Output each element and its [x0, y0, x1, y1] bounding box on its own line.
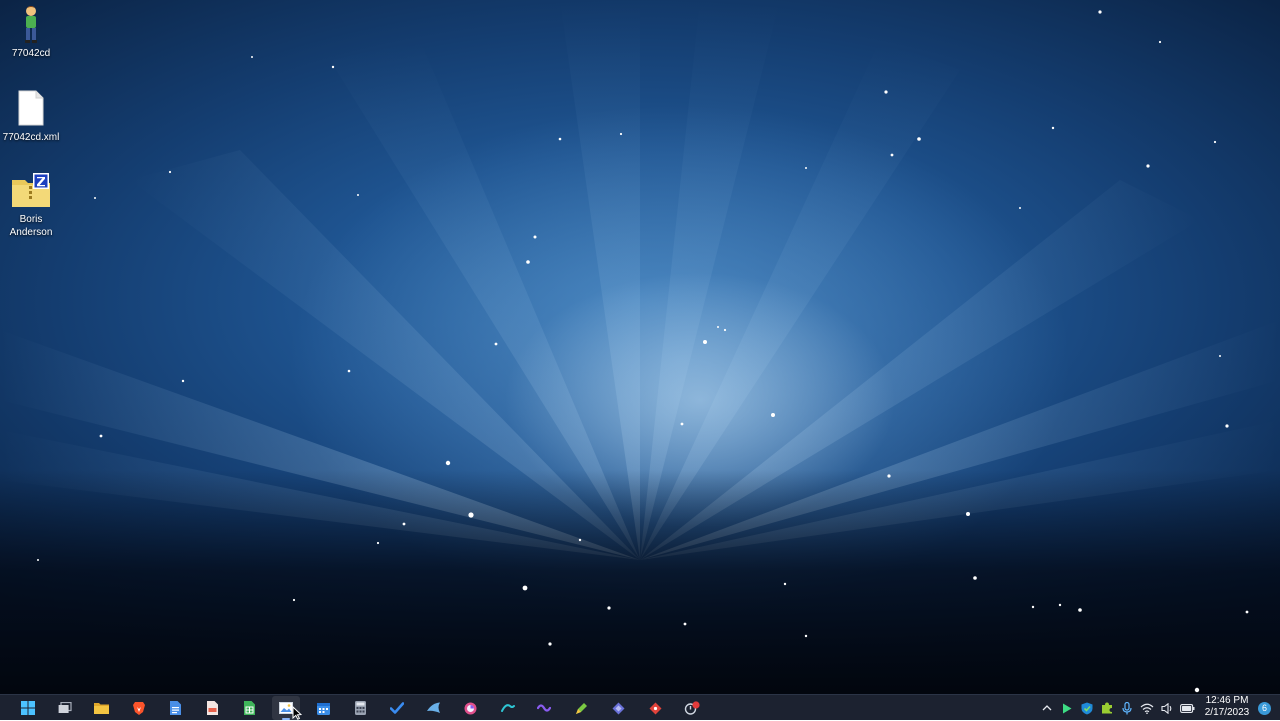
tray-wifi[interactable]: [1137, 696, 1157, 720]
speaker-icon: [1160, 702, 1171, 714]
wallpaper-stars: [37, 10, 1249, 693]
green-pen-icon: [575, 702, 587, 714]
color-app-button[interactable]: [457, 696, 485, 720]
battery-icon: [1179, 703, 1194, 713]
system-tray: 12:46 PM 2/17/2023 6: [1037, 695, 1280, 721]
blue-document-icon: [170, 701, 182, 715]
steam-icon: [426, 702, 440, 713]
zip-folder-icon: [11, 170, 51, 210]
task-view-icon: [58, 702, 72, 713]
pen-tool-button[interactable]: [567, 696, 595, 720]
vpn-button[interactable]: [604, 696, 632, 720]
desktop-icon-label: 77042cd: [11, 48, 51, 59]
green-spreadsheet-icon: [243, 701, 255, 715]
arc-swirl-icon: [500, 704, 515, 712]
taskbar: 12:46 PM 2/17/2023 6: [0, 694, 1280, 720]
todo-button[interactable]: [383, 696, 411, 720]
desktop-icon-boris-anderson[interactable]: Boris Anderson: [2, 170, 60, 239]
chevron-up-icon: [1042, 705, 1052, 711]
calculator-icon: [354, 701, 366, 715]
desktop-icon-label: Boris Anderson: [9, 214, 53, 238]
wifi-icon: [1140, 703, 1154, 714]
pdf-button[interactable]: [198, 696, 226, 720]
docs-button[interactable]: [162, 696, 190, 720]
puzzle-icon: [1102, 702, 1112, 714]
clock-date: 2/17/2023: [1204, 707, 1250, 718]
folder-icon: [94, 703, 110, 714]
mouse-cursor-icon: [292, 706, 302, 720]
blank-document-icon: [11, 88, 51, 128]
start-button[interactable]: [14, 696, 42, 720]
taskbar-apps: [14, 695, 715, 721]
desktop-icon-77042cd[interactable]: 77042cd: [2, 4, 60, 60]
clock-time: 12:46 PM: [1205, 695, 1249, 706]
color-circle-icon: [464, 702, 477, 714]
calendar-icon: [316, 702, 330, 715]
character-figure-icon: [11, 4, 51, 44]
voice-app-button[interactable]: [530, 696, 558, 720]
red-document-icon: [206, 701, 218, 715]
red-app-button[interactable]: [641, 696, 669, 720]
record-badge-icon: [684, 701, 700, 715]
diamond-shield-icon: [612, 702, 625, 714]
tray-overflow-button[interactable]: [1037, 696, 1057, 720]
microphone-icon: [1122, 701, 1132, 714]
tray-microphone[interactable]: [1117, 696, 1137, 720]
play-arrow-icon: [1063, 703, 1072, 713]
desktop-icon-77042cd-xml[interactable]: 77042cd.xml: [2, 88, 60, 144]
badge-app-button[interactable]: [678, 696, 706, 720]
red-diamond-icon: [649, 702, 662, 714]
task-view-button[interactable]: [51, 696, 79, 720]
tray-security[interactable]: [1077, 696, 1097, 720]
purple-swirl-icon: [537, 704, 552, 712]
tray-battery[interactable]: [1177, 696, 1197, 720]
tray-volume[interactable]: [1157, 696, 1177, 720]
steam-button[interactable]: [420, 696, 448, 720]
brave-lion-icon: [132, 702, 145, 715]
arc-button[interactable]: [494, 696, 522, 720]
shield-check-icon: [1081, 702, 1093, 714]
tray-play-store[interactable]: [1057, 696, 1077, 720]
notification-badge[interactable]: 6: [1258, 701, 1271, 715]
checkmark-icon: [389, 702, 404, 714]
calendar-button[interactable]: [309, 696, 337, 720]
desktop[interactable]: 77042cd 77042cd.xml Boris Anderson: [0, 0, 1280, 694]
calculator-button[interactable]: [346, 696, 374, 720]
brave-browser-button[interactable]: [125, 696, 153, 720]
taskbar-clock[interactable]: 12:46 PM 2/17/2023: [1201, 695, 1253, 721]
sheets-button[interactable]: [235, 696, 263, 720]
desktop-icon-label: 77042cd.xml: [2, 132, 60, 143]
file-explorer-button[interactable]: [88, 696, 116, 720]
tray-extension[interactable]: [1097, 696, 1117, 720]
windows-logo-icon: [21, 701, 35, 715]
